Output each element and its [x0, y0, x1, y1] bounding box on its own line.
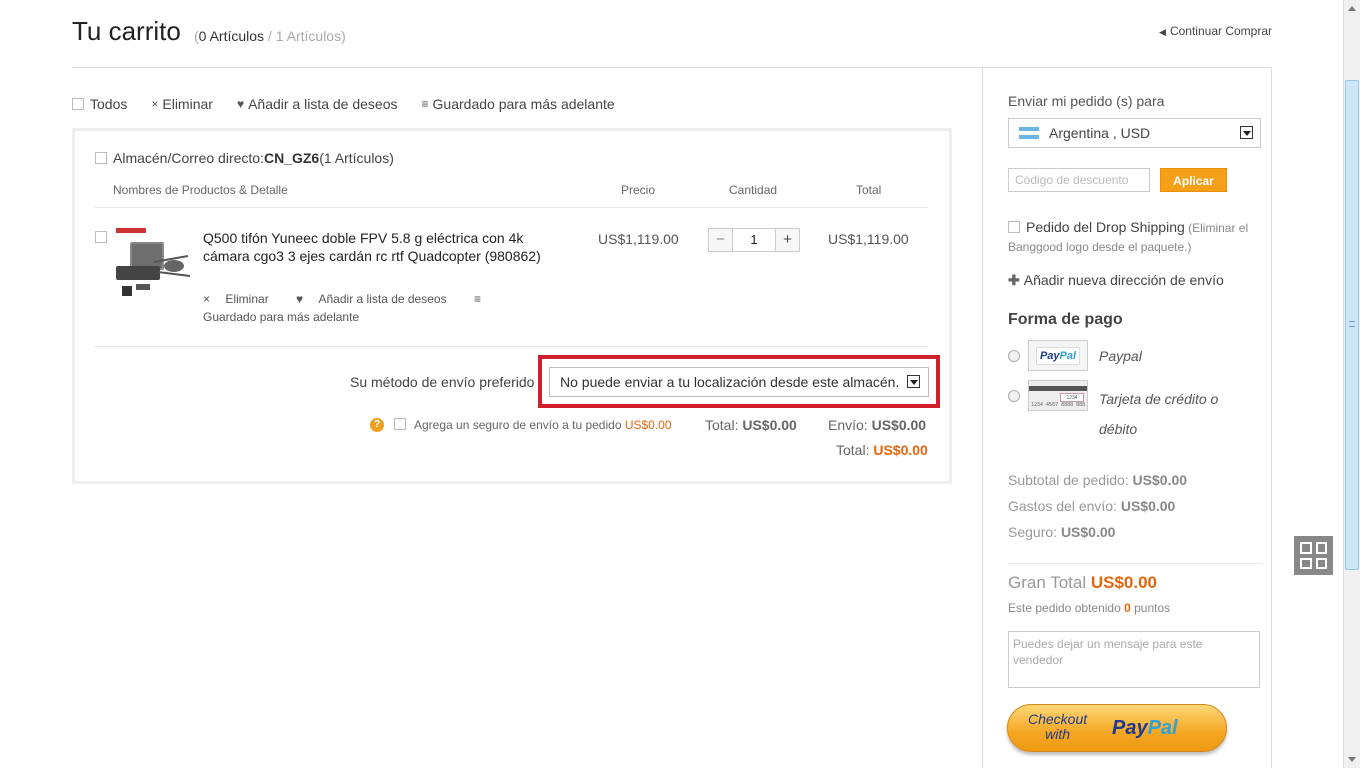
dropship-option[interactable]: Pedido del Drop Shipping (Eliminar el Ba…: [1008, 218, 1258, 256]
close-icon: ×: [151, 97, 159, 111]
divider: [95, 346, 928, 347]
vertical-scrollbar[interactable]: [1343, 0, 1360, 768]
heart-icon: ♥: [236, 97, 245, 111]
warehouse-code: CN_GZ6: [263, 150, 320, 166]
product-name-link[interactable]: Q500 tifón Yuneec doble FPV 5.8 g eléctr…: [203, 229, 573, 265]
paypal-checkout-button[interactable]: Checkout with PayPal: [1007, 704, 1227, 752]
shipping-cost: Gastos del envío: US$0.00: [1008, 498, 1176, 514]
qr-code-icon[interactable]: [1294, 536, 1333, 575]
paypal-logo: PayPal: [1112, 717, 1178, 739]
quantity-input[interactable]: 1: [733, 229, 775, 251]
seller-message-input[interactable]: Puedes dejar un mensaje para este vended…: [1008, 631, 1260, 688]
continue-shopping-link[interactable]: ◀ Continuar Comprar: [1159, 24, 1272, 38]
subtotal-row: Total: US$0.00: [705, 417, 797, 433]
shipping-method-label: Su método de envío preferido: [350, 374, 535, 390]
warehouse-total-row: Total: US$0.00: [836, 442, 928, 458]
total-count: 1 Artículos): [275, 28, 346, 44]
paypal-radio[interactable]: [1008, 350, 1020, 362]
add-address-link[interactable]: ✚ Añadir nueva dirección de envío: [1008, 272, 1224, 289]
caret-left-icon: ◀: [1159, 27, 1166, 37]
page-title: Tu carrito: [72, 16, 181, 46]
insurance-price: US$0.00: [624, 418, 672, 432]
paypal-label[interactable]: Paypal: [1099, 348, 1142, 364]
select-all-checkbox[interactable]: Todos: [72, 96, 127, 112]
country-select[interactable]: Argentina , USD: [1008, 118, 1261, 148]
delete-selected-button[interactable]: × Eliminar: [151, 96, 213, 112]
shipping-method-select[interactable]: No puede enviar a tu localización desde …: [549, 367, 929, 397]
product-checkbox[interactable]: [95, 231, 107, 243]
cart-toolbar: Todos × Eliminar ♥ Añadir a lista de deseo…: [72, 96, 639, 112]
product-total: US$1,119.00: [828, 231, 909, 247]
increase-quantity-button[interactable]: +: [775, 229, 799, 251]
product-wishlist-button[interactable]: ♥ Añadir a lista de deseos: [296, 292, 459, 306]
checkbox-icon[interactable]: [72, 98, 84, 110]
insurance-label: Agrega un seguro de envío a tu pedido US…: [414, 418, 672, 432]
insurance-checkbox[interactable]: [394, 418, 406, 430]
paypal-logo: PayPal: [1028, 340, 1088, 371]
heart-icon: ♥: [296, 292, 307, 306]
scroll-down-icon[interactable]: [1348, 757, 1356, 762]
apply-coupon-button[interactable]: Aplicar: [1160, 168, 1227, 192]
argentina-flag-icon: [1019, 127, 1039, 139]
insurance-cost: Seguro: US$0.00: [1008, 524, 1116, 540]
card-radio[interactable]: [1008, 390, 1020, 402]
column-header-price: Precio: [621, 183, 656, 197]
grand-total: Gran Total US$0.00: [1008, 573, 1158, 592]
column-header-quantity: Cantidad: [729, 183, 778, 197]
ship-to-label: Enviar mi pedido (s) para: [1008, 93, 1165, 109]
plus-icon: ✚: [1008, 272, 1020, 288]
current-count: 0 Artículos: [198, 28, 265, 44]
save-for-later-button[interactable]: ≡ Guardado para más adelante: [422, 96, 615, 112]
divider: [1008, 563, 1262, 564]
payment-section-title: Forma de pago: [1008, 311, 1123, 328]
quantity-stepper: − 1 +: [708, 228, 800, 252]
order-subtotal: Subtotal de pedido: US$0.00: [1008, 472, 1188, 488]
scroll-up-icon[interactable]: [1348, 6, 1356, 11]
close-icon: ×: [203, 292, 214, 306]
coupon-input[interactable]: Código de descuento: [1008, 168, 1150, 192]
warehouse-checkbox[interactable]: [95, 152, 107, 164]
shipping-cost-row: Envío: US$0.00: [828, 417, 927, 433]
list-icon: ≡: [473, 292, 481, 306]
decrease-quantity-button[interactable]: −: [709, 229, 733, 251]
credit-card-icon: 1234 1234 4567 8888 888: [1028, 380, 1088, 411]
add-to-wishlist-button[interactable]: ♥ Añadir a lista de deseos: [237, 96, 398, 112]
product-image[interactable]: [112, 226, 192, 306]
dropdown-arrow-icon: [1240, 126, 1253, 139]
dropdown-arrow-icon: [907, 375, 920, 388]
checkout-text: Checkout with: [1028, 711, 1088, 742]
column-header-name: Nombres de Productos & Detalle: [113, 183, 288, 197]
scrollbar-thumb[interactable]: [1345, 80, 1359, 570]
list-icon: ≡: [421, 97, 429, 111]
dropship-checkbox[interactable]: [1008, 221, 1020, 233]
column-header-total: Total: [856, 183, 882, 197]
product-price: US$1,119.00: [598, 231, 679, 247]
divider: [95, 207, 928, 208]
item-counts: (0 Artículos / 1 Artículos): [194, 28, 346, 44]
warehouse-header: Almacén/Correo directo: CN_GZ6 (1 Artícu…: [95, 150, 394, 166]
product-delete-button[interactable]: × Eliminar: [203, 292, 281, 306]
help-icon[interactable]: ?: [370, 418, 384, 432]
card-label[interactable]: Tarjeta de crédito o débito: [1099, 384, 1249, 444]
points-earned: Este pedido obtenido 0 puntos: [1008, 601, 1171, 615]
product-actions: × Eliminar ♥ Añadir a lista de deseos ≡ …: [203, 290, 543, 326]
